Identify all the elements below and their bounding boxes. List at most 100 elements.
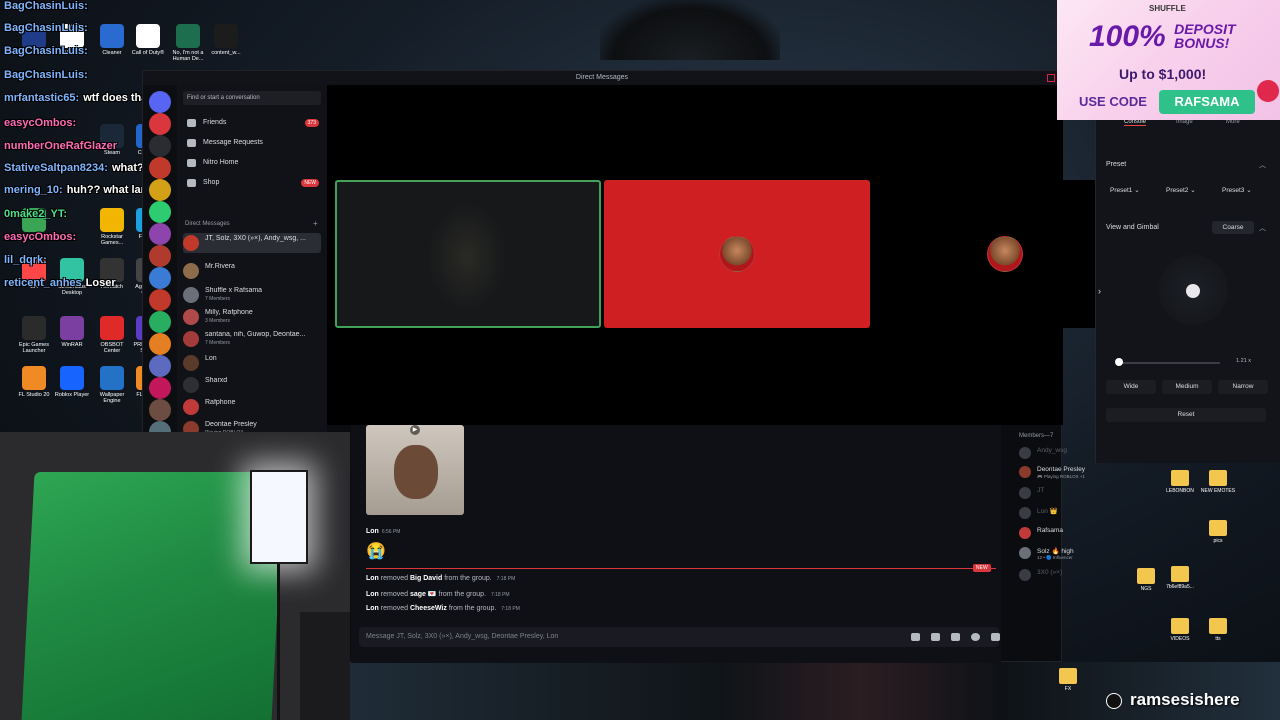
dm-name: Shuffle x Rafsama (205, 287, 263, 294)
fov-wide-button[interactable]: Wide (1106, 380, 1156, 394)
play-icon[interactable]: ▶ (410, 425, 420, 435)
member-item[interactable]: Lon 👑 (1019, 507, 1139, 521)
desktop-shortcut[interactable]: No, I'm not a Human De... (168, 24, 208, 62)
apps-icon[interactable] (991, 633, 1000, 641)
server-icon[interactable] (149, 245, 171, 267)
chevron-up-icon[interactable]: ︿ (1259, 160, 1266, 170)
server-icon[interactable] (149, 179, 171, 201)
fov-narrow-button[interactable]: Narrow (1218, 380, 1268, 394)
ad-banner[interactable]: SHUFFLE 100% DEPOSIT BONUS! Up to $1,000… (1057, 0, 1280, 120)
target-name[interactable]: CheeseWiz (410, 605, 447, 612)
zoom-slider-thumb[interactable] (1115, 358, 1124, 366)
desktop-folder[interactable]: VIDEOS (1162, 618, 1198, 642)
desktop-folder[interactable]: pics (1200, 520, 1236, 544)
message-author[interactable]: Lon 6:56 PM (366, 528, 400, 535)
desktop-folder[interactable]: tts (1200, 618, 1236, 642)
member-item[interactable]: JT (1019, 487, 1139, 501)
desktop-folder[interactable]: NEW EMOTES (1200, 470, 1236, 494)
member-item[interactable]: Solz 🔥 high 12 • 🔵 Influencer (1019, 547, 1139, 561)
actor-name[interactable]: Lon (366, 591, 379, 598)
emoji-icon[interactable] (971, 633, 980, 641)
desktop-shortcut[interactable]: Epic Games Launcher (14, 316, 54, 354)
gimbal-knob[interactable] (1186, 284, 1200, 298)
gift-icon[interactable] (911, 633, 920, 641)
server-icon[interactable] (149, 311, 171, 333)
desktop-folder[interactable]: FX (1050, 668, 1086, 692)
desktop-folder[interactable]: 7b6ef89a5... (1162, 566, 1198, 590)
author-name[interactable]: Lon (366, 528, 379, 535)
member-item[interactable]: 3X0 (»×) (1019, 569, 1139, 583)
server-icon[interactable] (149, 91, 171, 113)
target-name[interactable]: Big David (410, 575, 442, 582)
zoom-slider-track[interactable] (1116, 362, 1220, 364)
video-tile[interactable] (604, 180, 870, 328)
preset-3-dropdown[interactable]: Preset3 ⌄ (1218, 184, 1264, 197)
desktop-shortcut[interactable]: Cleaner (92, 24, 132, 56)
server-icon[interactable] (149, 333, 171, 355)
nav-message-requests[interactable]: Message Requests (185, 135, 321, 151)
desktop-shortcut[interactable]: Wallpaper Engine (92, 366, 132, 404)
zoom-value[interactable]: 1.21 x (1236, 358, 1251, 364)
window-titlebar: Direct Messages (143, 71, 1061, 85)
camera-feed (427, 202, 507, 312)
desktop-folder[interactable]: NGS (1128, 568, 1164, 592)
desktop-shortcut[interactable]: Roblox Player (52, 366, 92, 398)
dm-item[interactable]: Rafphone (183, 397, 321, 417)
sticker-icon[interactable] (951, 633, 960, 641)
desktop-shortcut[interactable]: FL Studio 20 (14, 366, 54, 398)
target-name[interactable]: sage 💌 (410, 591, 437, 598)
dm-item[interactable]: santana, nih, Guwop, Deontae... 7 Members (183, 329, 321, 349)
desktop-shortcut[interactable]: content_w... (206, 24, 246, 56)
server-icon[interactable] (149, 399, 171, 421)
dm-item[interactable]: Milly, Rafphone 3 Members (183, 307, 321, 327)
server-icon[interactable] (149, 223, 171, 245)
dm-name: Lon (205, 355, 217, 362)
shortcut-label: Call of Duty® (131, 50, 165, 56)
preset-2-dropdown[interactable]: Preset2 ⌄ (1162, 184, 1208, 197)
video-attachment[interactable]: ▶ (366, 425, 464, 515)
message-input[interactable]: Message JT, Solz, 3X0 (»×), Andy_wsg, De… (359, 627, 1000, 647)
desktop-shortcut[interactable]: OBSBOT Center (92, 316, 132, 354)
server-icon[interactable] (149, 377, 171, 399)
find-conversation-input[interactable]: Find or start a conversation (183, 91, 321, 105)
dm-item[interactable]: Mr.Rivera (183, 261, 321, 281)
nav-friends[interactable]: Friends 373 (185, 115, 321, 131)
video-tile[interactable] (335, 180, 601, 328)
member-item[interactable]: Deontae Presley 🎮 Playing ROBLOX +1 (1019, 466, 1139, 480)
actor-name[interactable]: Lon (366, 575, 379, 582)
nav-nitro-home[interactable]: Nitro Home (185, 155, 321, 171)
ad-upto: Up to $1,000! (1119, 66, 1207, 82)
close-icon[interactable] (1047, 74, 1055, 82)
nitro-icon (187, 159, 196, 167)
dm-item[interactable]: Lon (183, 353, 321, 373)
coarse-button[interactable]: Coarse (1212, 221, 1254, 234)
server-icon[interactable] (149, 157, 171, 179)
dm-name: Rafphone (205, 399, 236, 406)
actor-name[interactable]: Lon (366, 605, 379, 612)
nav-shop[interactable]: Shop NEW (185, 175, 321, 191)
server-icon[interactable] (149, 113, 171, 135)
desktop-shortcut[interactable]: Rockstar Games... (92, 208, 132, 246)
desktop-shortcut[interactable]: Call of Duty® (128, 24, 168, 56)
server-icon[interactable] (149, 201, 171, 223)
desktop-shortcut[interactable]: WinRAR (52, 316, 92, 348)
dm-item[interactable]: Sharxd (183, 375, 321, 395)
server-icon[interactable] (149, 135, 171, 157)
chevron-right-icon[interactable]: › (1098, 286, 1101, 296)
chevron-up-icon[interactable]: ︿ (1259, 223, 1266, 233)
dm-item[interactable]: Shuffle x Rafsama 7 Members (183, 285, 321, 305)
desktop-folder[interactable]: LEBONBON (1162, 470, 1198, 494)
dm-item[interactable]: JT, Solz, 3X0 (»×), Andy_wsg, ... (183, 233, 321, 253)
server-icon[interactable] (149, 267, 171, 289)
create-dm-icon[interactable]: + (313, 219, 318, 228)
member-item[interactable]: Rafsama (1019, 527, 1139, 541)
server-icon[interactable] (149, 355, 171, 377)
reset-button[interactable]: Reset (1106, 408, 1266, 422)
green-screen (21, 472, 285, 720)
app-icon (100, 24, 124, 48)
gif-icon[interactable] (931, 633, 940, 641)
tab-console[interactable]: Console (1124, 119, 1147, 126)
server-icon[interactable] (149, 289, 171, 311)
preset-1-dropdown[interactable]: Preset1 ⌄ (1106, 184, 1152, 197)
fov-medium-button[interactable]: Medium (1162, 380, 1212, 394)
